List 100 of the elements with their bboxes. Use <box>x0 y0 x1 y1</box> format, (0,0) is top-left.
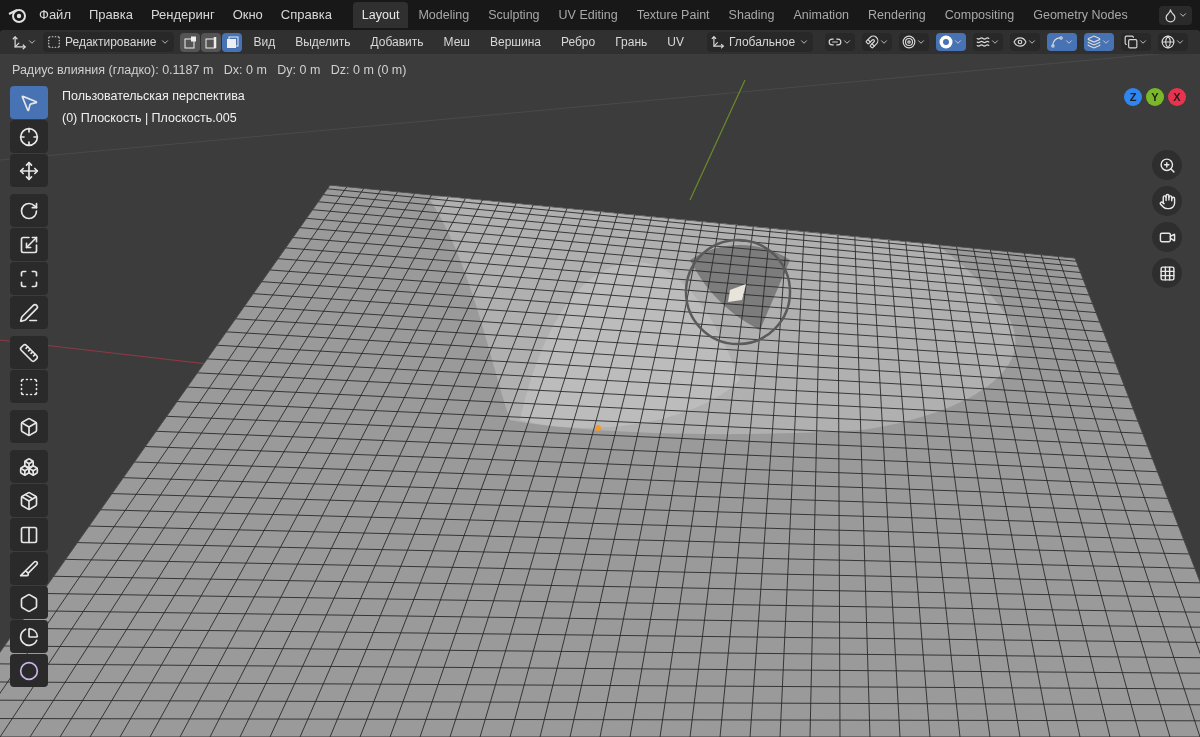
loop-cut-icon <box>19 524 39 545</box>
transform-tool[interactable] <box>10 262 48 295</box>
chevron-down-icon <box>990 37 1001 47</box>
header-menu[interactable]: Добавить <box>361 33 433 51</box>
header-menu[interactable]: Выделить <box>286 33 360 51</box>
mesh-overlay-toggle[interactable] <box>1121 33 1152 51</box>
chevron-down-icon <box>1138 37 1149 47</box>
header-menu[interactable]: Ребро <box>551 33 605 51</box>
workspace-tab[interactable]: Texture Paint <box>627 1 719 29</box>
visibility-icon <box>1013 35 1028 49</box>
chevron-down-icon <box>1178 10 1188 20</box>
zoom-icon <box>1158 156 1176 174</box>
snap-target-icon <box>902 35 917 49</box>
overlay-toggle[interactable] <box>1084 33 1115 51</box>
workspace-tab[interactable]: Geometry Nodes <box>1024 1 1137 29</box>
zoom-button[interactable] <box>1152 150 1182 180</box>
mode-dropdown[interactable]: Редактирование <box>43 32 175 52</box>
snap-icon <box>865 35 880 49</box>
workspace-tab[interactable]: Modeling <box>409 1 479 29</box>
snap-target-toggle[interactable] <box>899 33 930 51</box>
chevron-down-icon <box>27 37 37 47</box>
chevron-down-icon <box>1027 37 1038 47</box>
menu-item[interactable]: Рендеринг <box>143 5 222 25</box>
header-menu[interactable]: UV <box>658 33 693 51</box>
rotate-tool[interactable] <box>10 194 48 227</box>
cursor-tool[interactable] <box>10 120 48 153</box>
scene-selector[interactable] <box>1159 5 1192 25</box>
workspace-tab[interactable]: Compositing <box>935 1 1024 29</box>
spin-tool[interactable] <box>10 620 48 653</box>
chevron-down-icon <box>1175 37 1186 47</box>
workspace-tab[interactable]: Layout <box>352 1 409 29</box>
move-tool[interactable] <box>10 154 48 187</box>
chevron-down-icon <box>799 37 810 47</box>
loop-cut-tool[interactable] <box>10 518 48 551</box>
axis-label[interactable]: Y <box>1146 88 1164 106</box>
grid-button[interactable] <box>1152 258 1182 288</box>
workspace-tab[interactable]: Sculpting <box>479 1 549 29</box>
bevel-tool[interactable] <box>10 484 48 517</box>
operator-status: Радиус влияния (гладко): 0.1187 m Dx: 0 m Dy: 0 m Dz: 0 m (0 m) <box>12 61 407 79</box>
measure-icon <box>19 342 39 363</box>
grid-icon <box>1158 264 1176 282</box>
orientation-dropdown[interactable]: Глобальное <box>706 32 814 52</box>
select-tool[interactable] <box>10 86 48 119</box>
visibility-toggle[interactable] <box>1010 33 1041 51</box>
chevron-down-icon <box>842 37 853 47</box>
edge-select-button[interactable] <box>201 32 222 52</box>
falloff-toggle[interactable] <box>973 33 1004 51</box>
hand-icon <box>1158 192 1176 210</box>
move-icon <box>19 160 39 181</box>
proportional-toggle[interactable] <box>936 33 967 51</box>
axes-icon <box>12 34 27 50</box>
header-menu[interactable]: Меш <box>434 33 479 51</box>
scale-tool[interactable] <box>10 228 48 261</box>
add-cube-tool[interactable] <box>10 370 48 403</box>
chevron-down-icon <box>916 37 927 47</box>
chevron-down-icon <box>1064 37 1075 47</box>
menu-item[interactable]: Файл <box>32 5 78 25</box>
workspace-tab[interactable]: UV Editing <box>549 1 627 29</box>
workspace-tab[interactable]: Animation <box>784 1 859 29</box>
origin-dot <box>595 425 601 431</box>
extrude-tool[interactable] <box>10 410 48 443</box>
chevron-down-icon <box>879 37 890 47</box>
edge-mode-icon <box>204 35 218 49</box>
header-menu[interactable]: Грань <box>606 33 657 51</box>
chevron-down-icon <box>160 37 171 47</box>
measure-tool[interactable] <box>10 336 48 369</box>
axis-label[interactable]: X <box>1168 88 1186 106</box>
snap-toggle[interactable] <box>862 33 893 51</box>
knife-icon <box>19 558 39 579</box>
inset-tool[interactable] <box>10 450 48 483</box>
gizmo-toggle[interactable] <box>1047 33 1078 51</box>
chevron-down-icon <box>1101 37 1112 47</box>
menu-item[interactable]: Справка <box>273 5 339 25</box>
camera-button[interactable] <box>1152 222 1182 252</box>
xray-toggle[interactable] <box>1158 33 1189 51</box>
object-info: (0) Плоскость | Плоскость.005 <box>62 109 238 127</box>
axis-label[interactable]: Z <box>1124 88 1142 106</box>
menu-item[interactable]: Окно <box>225 5 270 25</box>
poly-build-tool[interactable] <box>10 586 48 619</box>
face-mode-icon <box>225 35 239 49</box>
face-select-button[interactable] <box>222 32 243 52</box>
annotate-icon <box>19 302 39 323</box>
smooth-tool[interactable] <box>10 654 48 687</box>
vertex-mode-icon <box>183 35 197 49</box>
pivot-toggle[interactable] <box>825 33 856 51</box>
scale-icon <box>19 234 39 255</box>
chevron-down-icon <box>953 37 964 47</box>
menu-item[interactable]: Правка <box>81 5 140 25</box>
view-name: Пользовательская перспектива <box>62 88 245 105</box>
app-logo-icon[interactable] <box>8 6 28 24</box>
workspace-tab[interactable]: Rendering <box>859 1 935 29</box>
knife-tool[interactable] <box>10 552 48 585</box>
hand-button[interactable] <box>1152 186 1182 216</box>
cursor-icon <box>19 126 39 147</box>
annotate-tool[interactable] <box>10 296 48 329</box>
vertex-select-button[interactable] <box>180 32 201 52</box>
axes-icon <box>710 35 725 49</box>
header-menu[interactable]: Вид <box>244 33 285 51</box>
header-menu[interactable]: Вершина <box>481 33 550 51</box>
workspace-tab[interactable]: Shading <box>719 1 784 29</box>
